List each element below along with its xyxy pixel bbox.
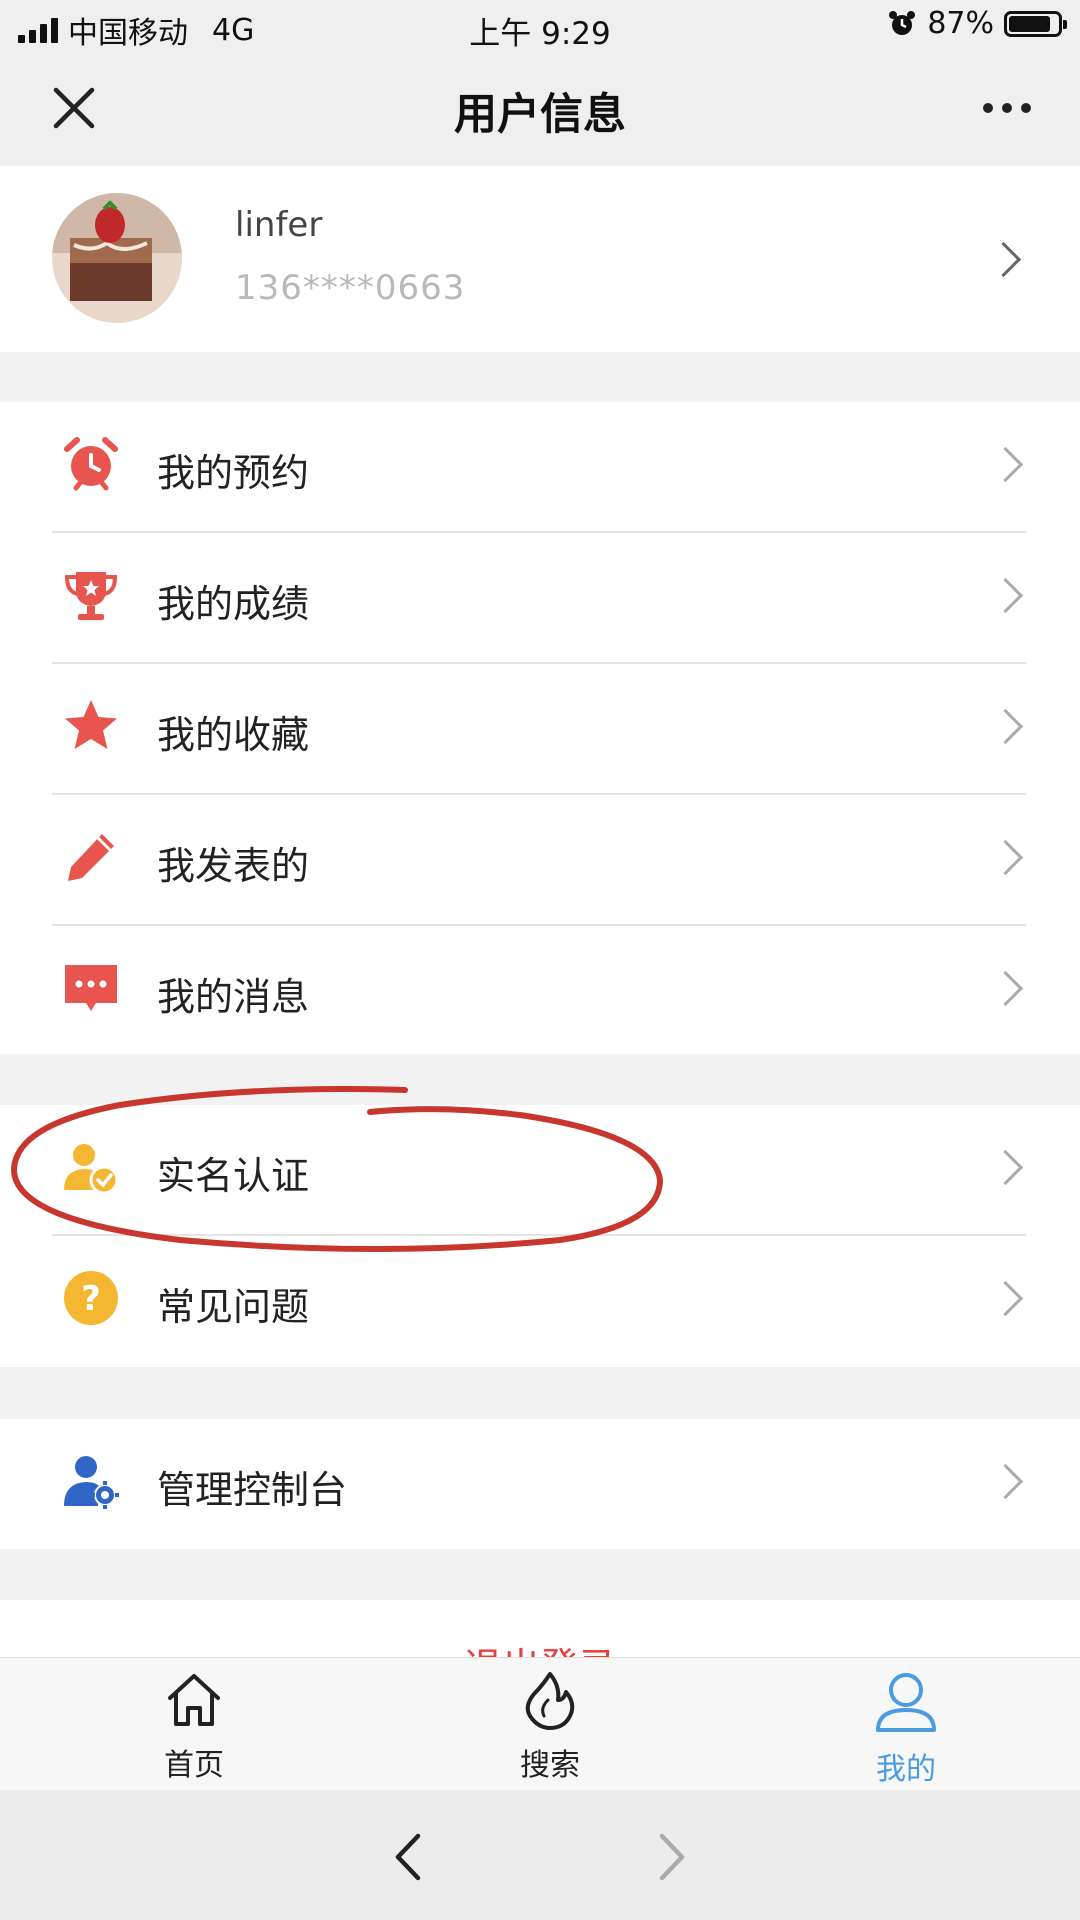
menu-item-admin-console[interactable]: 管理控制台: [0, 1419, 1080, 1549]
chevron-right-icon: [987, 1149, 1024, 1186]
pencil-icon: [68, 834, 114, 881]
username: linfer: [235, 205, 323, 245]
logout-area: 退出登录: [0, 1600, 1080, 1657]
phone-number: 136****0663: [235, 268, 466, 308]
tab-search-label: 搜索: [520, 1748, 580, 1783]
svg-text:?: ?: [81, 1279, 101, 1319]
user-settings-icon: [64, 1456, 119, 1509]
menu-item-label: 我的成绩: [157, 582, 310, 626]
menu-item-scores[interactable]: 我的成绩: [0, 533, 1080, 663]
back-arrow-icon[interactable]: [392, 1832, 422, 1882]
home-icon: [168, 1674, 220, 1726]
tab-mine[interactable]: 我的: [836, 1670, 976, 1788]
menu-item-appointments[interactable]: 我的预约: [0, 402, 1080, 532]
tab-mine-label: 我的: [876, 1752, 936, 1787]
tab-home-label: 首页: [164, 1748, 224, 1783]
menu-group-3: 管理控制台: [0, 1419, 1080, 1549]
menu-item-label: 我的收藏: [157, 713, 310, 757]
menu-item-label: 我的消息: [157, 975, 310, 1019]
alarm-clock-icon: [64, 437, 118, 491]
menu-item-label: 常见问题: [157, 1285, 310, 1329]
browser-toolbar: [0, 1790, 1080, 1920]
logout-button[interactable]: 退出登录: [0, 1636, 1080, 1657]
trophy-icon: [64, 572, 118, 620]
avatar[interactable]: [52, 193, 182, 323]
nav-bar: 用户信息: [0, 52, 1080, 166]
page-title: 用户信息: [454, 90, 626, 140]
tab-home[interactable]: 首页: [124, 1670, 264, 1784]
menu-item-favorites[interactable]: 我的收藏: [0, 664, 1080, 794]
chevron-right-icon: [987, 708, 1024, 745]
menu-item-messages[interactable]: 我的消息: [0, 926, 1080, 1056]
chevron-right-icon: [987, 446, 1024, 483]
menu-item-label: 管理控制台: [157, 1468, 348, 1512]
message-icon: [65, 965, 117, 1011]
chevron-right-icon: [987, 577, 1024, 614]
battery-percent: 87%: [927, 6, 994, 41]
tab-search[interactable]: 搜索: [480, 1670, 620, 1784]
chevron-right-icon: [987, 839, 1024, 876]
user-icon: [876, 1673, 936, 1732]
chevron-right-icon: [987, 970, 1024, 1007]
hand-drawn-circle-annotation: [10, 1086, 664, 1252]
status-bar: 中国移动 4G 上午 9:29 87%: [0, 0, 1080, 52]
battery-icon: [1004, 10, 1067, 37]
tab-bar: 首页 搜索 我的: [0, 1657, 1080, 1791]
more-icon[interactable]: [982, 88, 1032, 128]
menu-item-posts[interactable]: 我发表的: [0, 795, 1080, 925]
chevron-right-icon: [987, 1280, 1024, 1317]
star-icon: [65, 700, 117, 749]
battery-fill: [1009, 15, 1051, 32]
menu-item-label: 我的预约: [157, 451, 310, 495]
alarm-icon: [889, 10, 916, 35]
forward-arrow-icon[interactable]: [658, 1832, 688, 1882]
chevron-right-icon: [987, 1463, 1024, 1500]
menu-item-label: 我发表的: [157, 844, 310, 888]
flame-icon: [525, 1672, 575, 1730]
question-icon: ?: [64, 1271, 118, 1325]
status-right: 87%: [887, 6, 1067, 41]
menu-group-1: 我的预约 我的成绩 我的收藏 我发表的 我的消息: [0, 402, 1080, 1054]
